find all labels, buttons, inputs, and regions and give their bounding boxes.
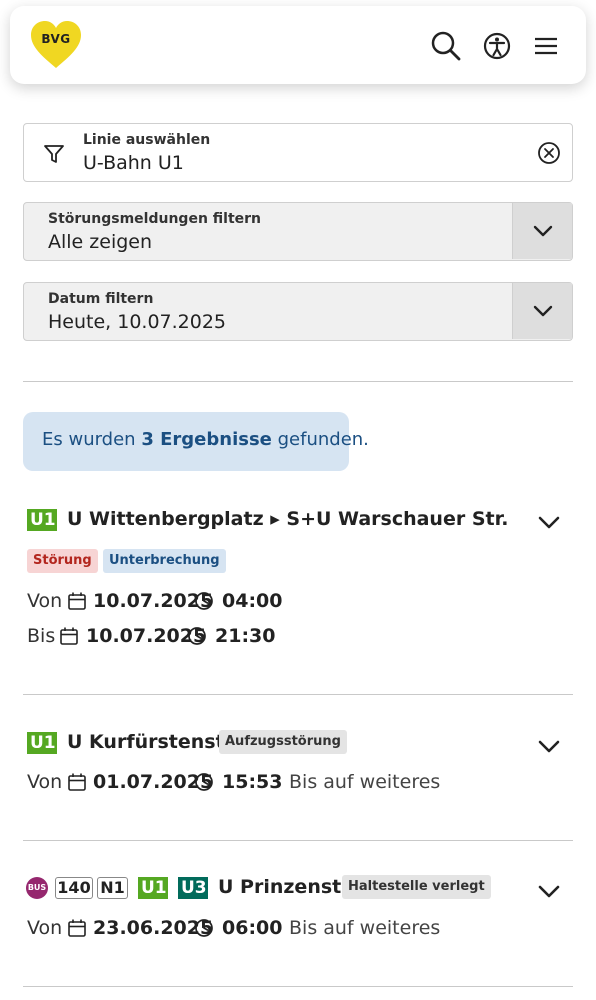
tag-interruption: Unterbrechung <box>103 549 226 573</box>
clock-icon <box>188 627 206 645</box>
entry-title[interactable]: U Kurfürstenstr. <box>67 731 239 753</box>
line-badge-140: 140 <box>55 877 93 899</box>
date-filter-label: Datum filtern <box>48 291 154 307</box>
from-time: 15:53 <box>222 771 283 793</box>
divider <box>23 840 573 841</box>
line-badge-u1: U1 <box>27 732 57 754</box>
expand-chevron-icon[interactable] <box>536 878 562 904</box>
divider <box>23 381 573 382</box>
disruption-filter-label: Störungsmeldungen filtern <box>48 211 262 227</box>
entry-title[interactable]: U Wittenbergplatz ▸ S+U Warschauer Str. <box>67 508 508 530</box>
time-to-row: Bis 10.07.2025 21:30 <box>27 625 327 649</box>
line-badge-u1: U1 <box>27 509 57 531</box>
divider <box>23 986 573 987</box>
result-count-box: Es wurden 3 Ergebnisse gefunden. <box>23 412 369 471</box>
from-label: Von <box>27 917 63 939</box>
until-further-notice: Bis auf weiteres <box>289 917 441 939</box>
tag-elevator-disruption: Aufzugsstörung <box>219 730 347 754</box>
menu-icon[interactable] <box>530 30 562 62</box>
date-filter-dropdown[interactable]: Datum filtern Heute, 10.07.2025 <box>23 282 573 341</box>
line-select-label: Linie auswählen <box>83 132 211 148</box>
line-badge-n1: N1 <box>97 877 128 899</box>
tag-stop-moved: Haltestelle verlegt <box>342 875 491 899</box>
divider <box>23 694 573 695</box>
clock-icon <box>195 773 213 791</box>
accessibility-icon[interactable] <box>481 30 513 62</box>
header-bar: BVG <box>10 6 586 84</box>
expand-chevron-icon[interactable] <box>536 509 562 535</box>
from-time: 06:00 <box>222 917 283 939</box>
from-time: 04:00 <box>222 590 283 612</box>
bus-icon: BUS <box>26 877 48 899</box>
chevron-down-icon <box>533 225 553 237</box>
line-badge-u3: U3 <box>178 877 208 899</box>
to-time: 21:30 <box>215 625 276 647</box>
search-icon[interactable] <box>430 30 462 62</box>
line-select-value: U-Bahn U1 <box>83 152 184 174</box>
clear-icon[interactable] <box>537 141 561 165</box>
line-badge-u1: U1 <box>138 877 168 899</box>
calendar-icon <box>60 627 78 645</box>
line-select-field[interactable]: Linie auswählen U-Bahn U1 <box>23 123 573 182</box>
clock-icon <box>195 919 213 937</box>
time-from-row: Von 10.07.2025 04:00 <box>27 590 327 614</box>
expand-chevron-icon[interactable] <box>536 733 562 759</box>
disruption-dropdown-button[interactable] <box>512 203 572 259</box>
chevron-down-icon <box>533 305 553 317</box>
clock-icon <box>195 592 213 610</box>
from-label: Von <box>27 590 63 612</box>
result-count-text: Es wurden 3 Ergebnisse gefunden. <box>42 429 369 450</box>
filter-icon <box>44 145 64 163</box>
date-dropdown-button[interactable] <box>512 283 572 339</box>
time-from-row: Von 23.06.2025 06:00 Bis auf weiteres <box>27 917 447 941</box>
calendar-icon <box>68 919 86 937</box>
bvg-logo[interactable]: BVG <box>30 20 82 70</box>
disruption-filter-value: Alle zeigen <box>48 231 153 253</box>
entry-title[interactable]: U Prinzenstr. <box>218 876 355 898</box>
logo-text: BVG <box>41 32 71 46</box>
from-label: Von <box>27 771 63 793</box>
calendar-icon <box>68 773 86 791</box>
time-from-row: Von 01.07.2025 15:53 Bis auf weiteres <box>27 771 447 795</box>
to-label: Bis <box>27 625 56 647</box>
date-filter-value: Heute, 10.07.2025 <box>48 311 227 333</box>
calendar-icon <box>68 592 86 610</box>
tag-disruption: Störung <box>27 549 98 573</box>
until-further-notice: Bis auf weiteres <box>289 771 441 793</box>
disruption-filter-dropdown[interactable]: Störungsmeldungen filtern Alle zeigen <box>23 202 573 261</box>
